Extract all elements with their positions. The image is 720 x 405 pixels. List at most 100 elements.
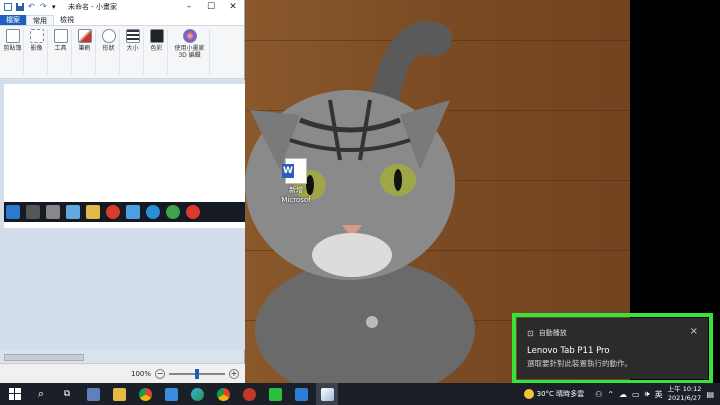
drawing-canvas[interactable] <box>4 84 245 228</box>
input-method-icon[interactable]: 英 <box>655 389 663 400</box>
taskbar-app-red[interactable] <box>238 383 260 405</box>
edge-icon <box>190 387 204 401</box>
task-view-button[interactable]: ⧉ <box>56 383 78 405</box>
zoom-out-button[interactable]: − <box>155 368 165 379</box>
cloud-icon[interactable]: ☁ <box>619 390 627 399</box>
weather-sun-icon <box>523 389 534 399</box>
notification-close-icon[interactable]: × <box>690 326 698 337</box>
zoom-slider-thumb[interactable] <box>195 368 199 379</box>
taskbar-app-chrome-2[interactable] <box>212 383 234 405</box>
chrome-icon <box>216 387 230 401</box>
color-swatch-icon <box>149 29 164 43</box>
zoom-in-button[interactable]: + <box>229 368 239 379</box>
shapes-icon <box>101 29 116 43</box>
image-group[interactable]: 影像 <box>26 29 48 75</box>
taskbar-app-photos[interactable] <box>290 383 312 405</box>
taskbar-app-edge[interactable] <box>186 383 208 405</box>
image-label: 影像 <box>30 45 43 52</box>
paint3d-group[interactable]: 使用小畫家 3D 編輯 <box>170 29 210 75</box>
autoplay-icon: ⊡ <box>527 328 534 338</box>
weather-widget[interactable]: 30°C 晴時多雲 <box>523 389 585 399</box>
brushes-label: 筆刷 <box>78 45 91 52</box>
clipboard-label: 剪貼簿 <box>3 45 22 52</box>
notification-message: 選取要針對此裝置執行的動作。 <box>527 359 632 368</box>
paint-titlebar[interactable]: ↶ ↷ ▾ 未命名 - 小畫家 – ☐ ✕ <box>0 0 244 14</box>
paint-window[interactable]: ↶ ↷ ▾ 未命名 - 小畫家 – ☐ ✕ 檔案 常用 檢視 剪貼簿 影像 工具… <box>0 0 245 383</box>
notification-center-icon[interactable]: ▤ <box>706 390 714 399</box>
size-lines-icon <box>125 29 140 43</box>
pencil-icon <box>53 29 68 43</box>
search-button[interactable]: ⌕ <box>30 383 52 405</box>
desktop-icon-word-doc[interactable]: W 新增 Microsof <box>276 158 316 204</box>
pasted-taskbar-image <box>4 202 245 222</box>
brush-icon <box>77 29 92 43</box>
taskbar-app-paint[interactable] <box>316 383 338 405</box>
window-title: 未命名 - 小畫家 <box>68 3 117 11</box>
word-document-icon: W <box>282 158 307 184</box>
close-button[interactable]: ✕ <box>222 0 244 14</box>
chrome-icon <box>138 387 152 401</box>
people-icon[interactable]: ⚇ <box>595 390 602 399</box>
paint3d-label: 使用小畫家 3D 編輯 <box>174 45 205 59</box>
clipboard-icon <box>5 29 20 43</box>
show-hidden-icons-icon[interactable]: ⌃ <box>607 390 614 399</box>
size-label: 大小 <box>126 45 139 52</box>
line-icon <box>268 387 282 401</box>
tools-group[interactable]: 工具 <box>50 29 72 75</box>
volume-icon[interactable]: 🕪 <box>645 389 650 399</box>
maximize-button[interactable]: ☐ <box>200 0 222 14</box>
windows-icon <box>9 388 21 400</box>
redo-icon[interactable]: ↷ <box>40 3 48 11</box>
taskbar: ⌕ ⧉ 30°C 晴時多雲 ⚇ ⌃ ☁ ▭ 🕪 英 上午 10:12 2021/… <box>0 383 720 405</box>
taskbar-app-line[interactable] <box>264 383 286 405</box>
colors-label: 色彩 <box>150 45 163 52</box>
clock-date: 2021/6/27 <box>667 394 702 402</box>
zoom-slider[interactable] <box>169 368 225 379</box>
desktop-icon-label-line2: Microsof <box>281 196 311 204</box>
status-bar: 100% − + <box>0 363 245 383</box>
taskbar-app-file-explorer[interactable] <box>108 383 130 405</box>
quick-access-dropdown-icon[interactable]: ▾ <box>52 3 60 11</box>
horizontal-scrollbar[interactable] <box>4 354 84 361</box>
tab-file[interactable]: 檔案 <box>0 15 26 25</box>
taskbar-app-mail[interactable] <box>160 383 182 405</box>
task-view-icon: ⧉ <box>63 389 71 399</box>
zoom-level: 100% <box>130 369 151 378</box>
colors-group[interactable]: 色彩 <box>146 29 168 75</box>
size-group[interactable]: 大小 <box>122 29 144 75</box>
canvas-area[interactable] <box>0 80 245 350</box>
tab-view[interactable]: 檢視 <box>54 15 80 25</box>
clipboard-group[interactable]: 剪貼簿 <box>2 29 24 75</box>
clock[interactable]: 上午 10:12 2021/6/27 <box>668 385 702 403</box>
photos-icon <box>294 387 308 401</box>
shapes-group[interactable]: 形狀 <box>98 29 120 75</box>
ribbon: 剪貼簿 影像 工具 筆刷 形狀 大小 色彩 使用小畫家 3D 編輯 <box>0 25 244 79</box>
clock-time: 上午 10:12 <box>667 385 702 393</box>
folder-icon <box>112 387 126 401</box>
app-red-icon <box>242 387 256 401</box>
weather-text: 30°C 晴時多雲 <box>536 390 585 398</box>
paint3d-icon <box>182 29 197 43</box>
paint-icon <box>320 387 334 401</box>
system-tray: 30°C 晴時多雲 ⚇ ⌃ ☁ ▭ 🕪 英 上午 10:12 2021/6/27… <box>523 383 714 405</box>
taskbar-app-calculator[interactable] <box>82 383 104 405</box>
undo-icon[interactable]: ↶ <box>28 3 36 11</box>
calculator-icon <box>86 387 100 401</box>
paint-app-icon <box>4 3 12 11</box>
mail-icon <box>164 387 178 401</box>
ribbon-tabs: 檔案 常用 檢視 <box>0 14 244 25</box>
start-button[interactable] <box>4 383 26 405</box>
notification-device-name: Lenovo Tab P11 Pro <box>527 346 610 356</box>
autoplay-notification[interactable]: ⊡ 自動播放 × Lenovo Tab P11 Pro 選取要針對此裝置執行的動… <box>517 318 708 379</box>
desktop-icon-label-line1: 新增 <box>289 186 303 194</box>
tools-label: 工具 <box>54 45 67 52</box>
image-select-icon <box>29 29 44 43</box>
taskbar-app-chrome[interactable] <box>134 383 156 405</box>
notification-source: 自動播放 <box>538 329 567 337</box>
save-icon[interactable] <box>16 3 24 11</box>
tab-home[interactable]: 常用 <box>26 15 54 25</box>
network-icon[interactable]: ▭ <box>632 390 640 399</box>
minimize-button[interactable]: – <box>178 0 200 14</box>
brushes-group[interactable]: 筆刷 <box>74 29 96 75</box>
shapes-label: 形狀 <box>102 45 115 52</box>
